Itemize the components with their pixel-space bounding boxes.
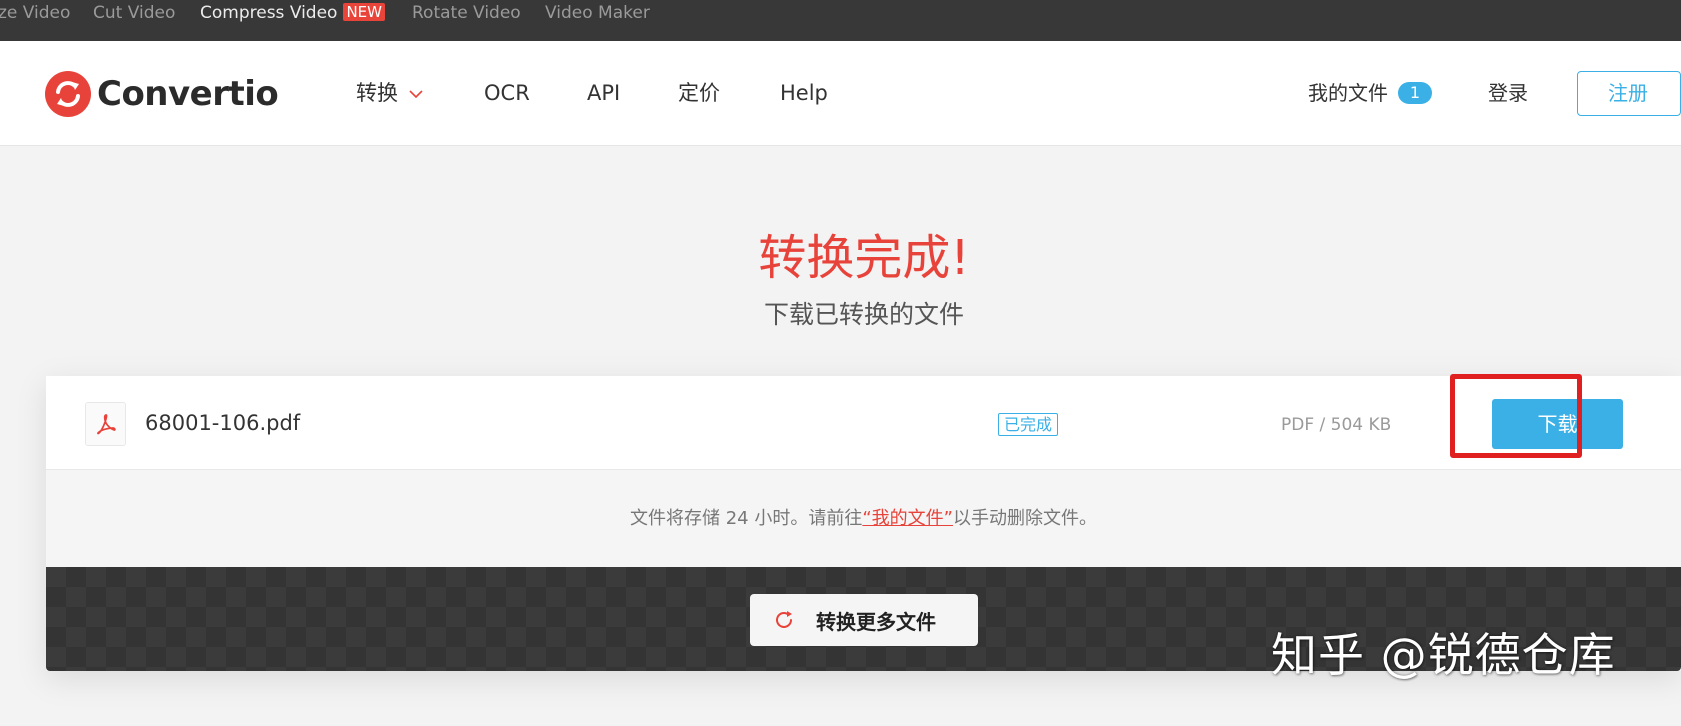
nav-convert[interactable]: 转换 (356, 79, 424, 107)
file-name: 68001-106.pdf (145, 411, 301, 435)
convert-more-label: 转换更多文件 (816, 609, 936, 634)
topbar-link-resize-video[interactable]: ze Video (0, 2, 70, 24)
nav-ocr[interactable]: OCR (484, 79, 530, 107)
register-button[interactable]: 注册 (1577, 71, 1681, 116)
top-tools-bar: ze Video Cut Video Compress Video NEW Rot… (0, 0, 1681, 41)
storage-notice: 文件将存储 24 小时。请前往“我的文件”以手动删除文件。 (46, 507, 1681, 531)
page-subtitle: 下载已转换的文件 (763, 300, 964, 329)
topbar-link-compress-video[interactable]: Compress Video NEW (200, 2, 385, 24)
file-row: 68001-106.pdf 已完成 PDF / 504 KB 下载 (46, 374, 1681, 470)
my-files-notice-link[interactable]: “我的文件” (862, 508, 953, 529)
nav-convert-label: 转换 (356, 81, 398, 105)
notice-text-before: 文件将存储 24 小时。请前往 (629, 508, 863, 529)
topbar-link-label: Compress Video (200, 3, 338, 23)
convertio-logo-icon (45, 71, 91, 117)
nav-pricing[interactable]: 定价 (678, 79, 720, 107)
my-files-link[interactable]: 我的文件 1 (1308, 79, 1432, 107)
topbar-link-cut-video[interactable]: Cut Video (93, 2, 175, 24)
nav-api[interactable]: API (587, 79, 620, 107)
acrobat-icon (96, 414, 116, 435)
topbar-link-video-maker[interactable]: Video Maker (545, 2, 650, 24)
chevron-down-icon (409, 90, 423, 99)
download-button[interactable]: 下载 (1492, 399, 1623, 449)
notice-text-after: 以手动删除文件。 (953, 508, 1097, 529)
status-badge: 已完成 (998, 413, 1059, 436)
login-link[interactable]: 登录 (1488, 79, 1528, 107)
main-header: Convertio 转换 OCR API 定价 Help 我的文件 1 登录 注册 (0, 41, 1681, 146)
convert-more-files-button[interactable]: 转换更多文件 (750, 594, 978, 646)
topbar-link-rotate-video[interactable]: Rotate Video (412, 2, 521, 24)
page-title: 转换完成! (758, 230, 970, 286)
my-files-label: 我的文件 (1308, 81, 1388, 105)
nav-help[interactable]: Help (780, 79, 828, 107)
storage-notice-row: 文件将存储 24 小时。请前往“我的文件”以手动删除文件。 (46, 470, 1681, 567)
file-count-badge: 1 (1398, 82, 1432, 104)
pdf-file-icon (85, 402, 126, 446)
file-size: PDF / 504 KB (1281, 415, 1392, 435)
refresh-icon (776, 611, 792, 628)
logo-text: Convertio (97, 74, 279, 114)
zhihu-watermark: 知乎 @锐德仓库 (1271, 628, 1616, 682)
logo[interactable]: Convertio (45, 71, 279, 117)
new-badge: NEW (343, 3, 385, 21)
